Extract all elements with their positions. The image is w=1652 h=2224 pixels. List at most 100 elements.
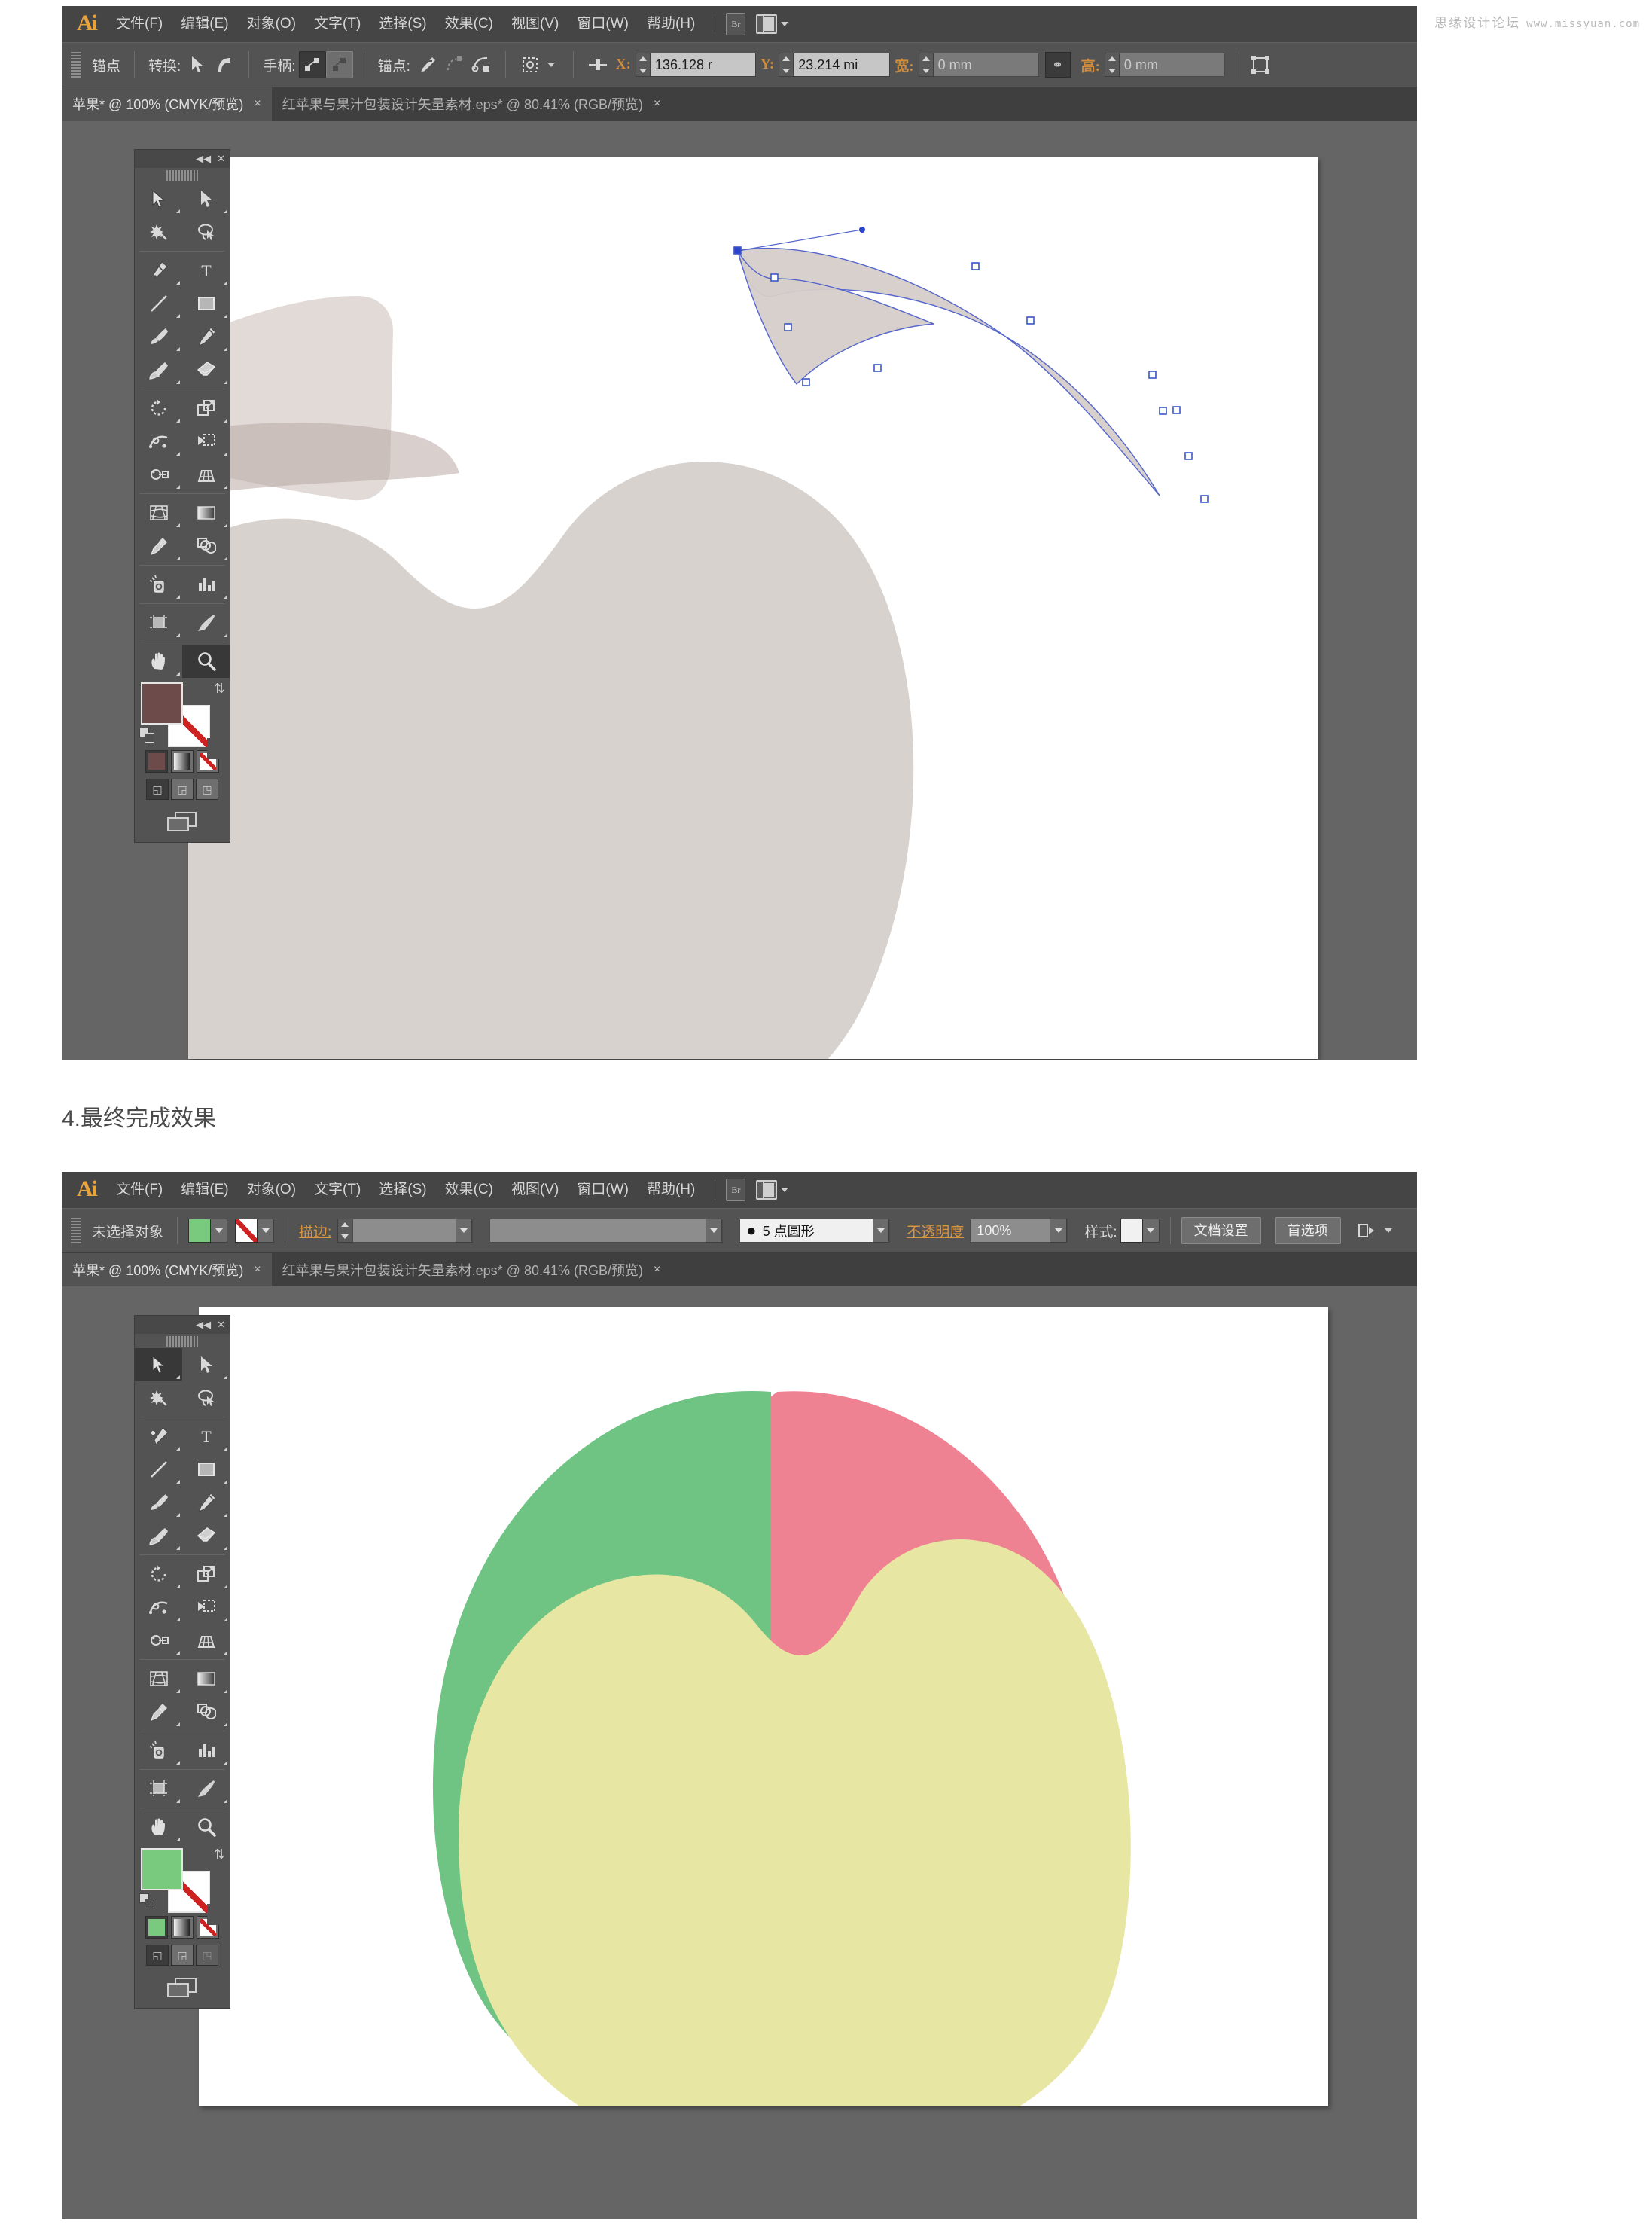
stroke-label[interactable]: 描边: <box>296 1221 334 1241</box>
tool-symbol-sprayer-tool[interactable] <box>135 1734 182 1767</box>
tool-eraser-tool[interactable] <box>182 1519 230 1552</box>
graphic-style-picker[interactable] <box>1120 1219 1160 1243</box>
chevron-down-icon[interactable] <box>1050 1219 1068 1243</box>
tool-selection-tool[interactable] <box>135 1348 182 1381</box>
menu-item-help[interactable]: 帮助(H) <box>638 1172 704 1208</box>
tool-rotate-tool[interactable] <box>135 1557 182 1591</box>
tool-rectangle-tool[interactable] <box>182 1453 230 1486</box>
link-dimensions-icon[interactable]: ⚭ <box>1044 52 1071 78</box>
tool-direct-selection-tool[interactable] <box>182 1348 230 1381</box>
convert-to-corner-icon[interactable] <box>184 51 211 78</box>
width-stepper[interactable] <box>918 53 934 77</box>
tool-blob-brush-tool[interactable] <box>135 1519 182 1552</box>
y-stepper[interactable] <box>779 53 794 77</box>
menu-item-type[interactable]: 文字(T) <box>305 6 370 42</box>
preferences-button[interactable]: 首选项 <box>1274 1217 1341 1244</box>
tools-panel-grip[interactable] <box>166 170 198 181</box>
tool-gradient-tool[interactable] <box>182 496 230 529</box>
tool-type-tool[interactable]: T <box>182 1420 230 1453</box>
tool-mesh-tool[interactable] <box>135 496 182 529</box>
gradient-button[interactable] <box>171 750 194 773</box>
tool-blend-tool[interactable] <box>182 529 230 563</box>
tool-eyedropper-tool[interactable] <box>135 1695 182 1728</box>
isolate-selection-icon[interactable] <box>517 51 544 78</box>
swap-fill-stroke-icon[interactable]: ⇅ <box>214 681 225 697</box>
menu-item-window[interactable]: 窗口(W) <box>568 6 638 42</box>
tool-column-graph-tool[interactable] <box>182 1734 230 1767</box>
menu-item-window[interactable]: 窗口(W) <box>568 1172 638 1208</box>
menu-item-view[interactable]: 视图(V) <box>502 1172 568 1208</box>
tool-pen-tool[interactable] <box>135 254 182 287</box>
tool-line-segment-tool[interactable] <box>135 287 182 320</box>
tool-shape-builder-tool[interactable] <box>135 1624 182 1657</box>
document-tab-eps[interactable]: 红苹果与果汁包装设计矢量素材.eps* @ 80.41% (RGB/预览) × <box>271 87 672 121</box>
remove-anchor-point-icon[interactable] <box>413 51 440 78</box>
selected-leaf-path[interactable] <box>708 194 1235 511</box>
tool-lasso-tool[interactable] <box>182 1381 230 1414</box>
tool-zoom-tool[interactable] <box>182 1811 230 1844</box>
tool-blob-brush-tool[interactable] <box>135 353 182 386</box>
show-handles-icon[interactable] <box>298 51 326 78</box>
width-value-field[interactable]: 0 mm <box>933 53 1039 77</box>
control-bar-grip[interactable] <box>71 1218 81 1243</box>
swap-fill-stroke-icon[interactable]: ⇅ <box>214 1847 225 1862</box>
tool-symbol-sprayer-tool[interactable] <box>135 568 182 601</box>
tool-perspective-grid-tool[interactable] <box>182 1624 230 1657</box>
fill-color-picker[interactable] <box>188 1219 228 1243</box>
chevron-down-icon[interactable] <box>1142 1219 1160 1243</box>
height-stepper[interactable] <box>1104 53 1120 77</box>
opacity-value[interactable]: 100% <box>971 1223 1050 1239</box>
height-value-field[interactable]: 0 mm <box>1119 53 1225 77</box>
x-stepper[interactable] <box>635 53 651 77</box>
align-icon[interactable] <box>584 51 611 78</box>
close-icon[interactable]: × <box>254 1263 261 1277</box>
chevron-down-icon[interactable] <box>873 1219 890 1243</box>
tool-selection-tool[interactable] <box>135 182 182 215</box>
opacity-combo[interactable]: 100% <box>970 1219 1068 1243</box>
tool-type-tool[interactable]: T <box>182 254 230 287</box>
menu-item-effect[interactable]: 效果(C) <box>436 1172 502 1208</box>
tool-width-tool[interactable] <box>135 1591 182 1624</box>
canvas-area-a[interactable] <box>62 121 1417 1060</box>
tool-slice-tool[interactable] <box>182 1772 230 1805</box>
x-value-field[interactable]: 136.128 r <box>650 53 756 77</box>
menu-item-select[interactable]: 选择(S) <box>370 1172 435 1208</box>
tool-hand-tool[interactable] <box>135 645 182 678</box>
tool-scale-tool[interactable] <box>182 392 230 425</box>
menu-item-help[interactable]: 帮助(H) <box>638 6 704 42</box>
tool-column-graph-tool[interactable] <box>182 568 230 601</box>
menu-item-effect[interactable]: 效果(C) <box>436 6 502 42</box>
color-button[interactable] <box>145 750 168 773</box>
tool-artboard-tool[interactable] <box>135 606 182 639</box>
fill-swatch[interactable] <box>141 1848 183 1890</box>
gradient-button[interactable] <box>171 1916 194 1939</box>
tool-line-segment-tool[interactable] <box>135 1453 182 1486</box>
document-tab-eps[interactable]: 红苹果与果汁包装设计矢量素材.eps* @ 80.41% (RGB/预览) × <box>271 1253 672 1286</box>
tool-zoom-tool[interactable] <box>182 645 230 678</box>
bridge-icon[interactable]: Br <box>726 1179 746 1201</box>
tool-paintbrush-tool[interactable] <box>135 320 182 353</box>
close-panel-icon[interactable]: ✕ <box>217 1319 225 1331</box>
tool-eraser-tool[interactable] <box>182 353 230 386</box>
convert-to-smooth-icon[interactable] <box>211 51 238 78</box>
tool-free-transform-tool[interactable] <box>182 425 230 458</box>
chevron-down-icon[interactable] <box>706 1219 723 1243</box>
tool-pen-tool[interactable] <box>135 1420 182 1453</box>
tool-scale-tool[interactable] <box>182 1557 230 1591</box>
tool-pencil-tool[interactable] <box>182 1486 230 1519</box>
tool-direct-selection-tool[interactable] <box>182 182 230 215</box>
connect-anchor-points-icon[interactable] <box>468 51 495 78</box>
normal-screen-mode-icon[interactable]: ◱ <box>146 1945 169 1966</box>
tool-artboard-tool[interactable] <box>135 1772 182 1805</box>
tools-panel-grip[interactable] <box>166 1336 198 1347</box>
tool-blend-tool[interactable] <box>182 1695 230 1728</box>
change-screen-mode-button[interactable] <box>135 1970 230 2008</box>
tool-paintbrush-tool[interactable] <box>135 1486 182 1519</box>
tool-rotate-tool[interactable] <box>135 392 182 425</box>
tool-shape-builder-tool[interactable] <box>135 458 182 491</box>
arrange-documents-button[interactable] <box>756 1180 789 1200</box>
tool-magic-wand-tool[interactable] <box>135 1381 182 1414</box>
chevron-down-icon[interactable] <box>456 1219 473 1243</box>
tool-width-tool[interactable] <box>135 425 182 458</box>
tool-slice-tool[interactable] <box>182 606 230 639</box>
